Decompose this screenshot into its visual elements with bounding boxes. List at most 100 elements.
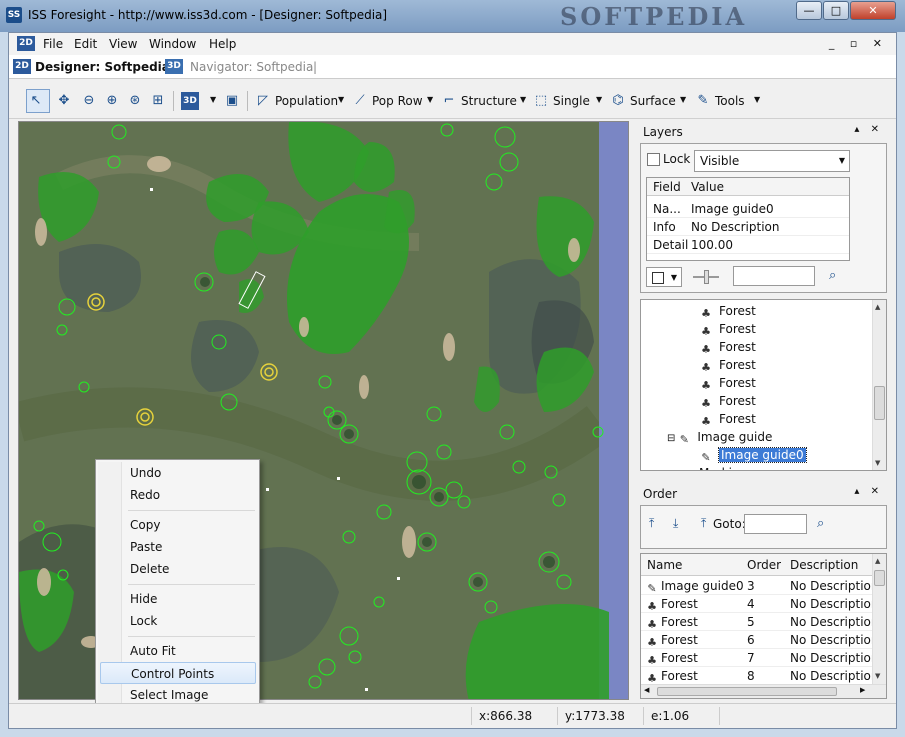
tree-item[interactable]: ✎ Image guide0 bbox=[699, 446, 807, 464]
visibility-select[interactable]: Visible ▼ bbox=[694, 150, 850, 172]
maximize-button[interactable]: □ bbox=[823, 1, 849, 20]
scroll-down-icon[interactable]: ▼ bbox=[875, 672, 880, 680]
tree-scrollbar[interactable]: ▲ ▼ bbox=[872, 300, 886, 470]
table-row[interactable]: ♣ Forest 5 No Description bbox=[641, 613, 878, 631]
mdi-window-controls[interactable]: _ ▫ ✕ bbox=[829, 37, 888, 50]
single-dropdown[interactable]: ▼ bbox=[596, 95, 602, 104]
context-hide[interactable]: Hide bbox=[100, 588, 256, 610]
table-row[interactable]: ♣ Forest 6 No Description bbox=[641, 631, 878, 649]
view-3d-button[interactable]: 3D bbox=[180, 89, 200, 113]
tools-dropdown[interactable]: ▼ bbox=[754, 95, 760, 104]
zoom-region-button[interactable]: ⊞ bbox=[148, 89, 168, 113]
scroll-down-icon[interactable]: ▼ bbox=[875, 459, 880, 467]
table-row[interactable]: ♣ Forest 7 No Description bbox=[641, 649, 878, 667]
pan-tool-button[interactable]: ✥ bbox=[54, 89, 74, 113]
column-header-description[interactable]: Description bbox=[790, 554, 858, 576]
panel-controls[interactable]: ▴ ✕ bbox=[854, 486, 883, 497]
menu-file[interactable]: File bbox=[43, 37, 63, 51]
tree-item[interactable]: ♣ Forest bbox=[699, 374, 756, 392]
structure-dropdown[interactable]: ▼ bbox=[520, 95, 526, 104]
status-divider bbox=[557, 707, 558, 725]
color-picker[interactable]: ▼ bbox=[646, 267, 682, 287]
slider-handle[interactable] bbox=[704, 270, 709, 284]
minimize-button[interactable]: — bbox=[796, 1, 822, 20]
tree-item[interactable]: ♣ Forest bbox=[699, 338, 756, 356]
table-row[interactable]: ✎ Image guide0 3 No Description bbox=[641, 577, 878, 595]
move-up-icon[interactable]: ⤒ bbox=[649, 516, 654, 531]
field-value: 100.00 bbox=[691, 238, 733, 252]
population-button[interactable]: ◸ Population bbox=[253, 89, 339, 113]
population-dropdown[interactable]: ▼ bbox=[338, 95, 344, 104]
tree-item[interactable]: ♣ Forest bbox=[699, 320, 756, 338]
layers-panel-title: Layers bbox=[643, 125, 683, 139]
context-paste[interactable]: Paste bbox=[100, 536, 256, 558]
zoom-fit-button[interactable]: ⊛ bbox=[125, 89, 145, 113]
zoom-out-button[interactable]: ⊖ bbox=[79, 89, 99, 113]
tree-item[interactable]: ⇅ Marking bbox=[679, 464, 747, 470]
context-lock[interactable]: Lock bbox=[100, 610, 256, 632]
column-header-order[interactable]: Order bbox=[747, 554, 781, 576]
table-row[interactable]: Detail 100.00 bbox=[647, 236, 849, 254]
menu-bar: 2D File Edit View Window Help _ ▫ ✕ bbox=[9, 33, 896, 55]
pop-row-dropdown[interactable]: ▼ bbox=[427, 95, 433, 104]
structure-button[interactable]: ⌐ Structure bbox=[439, 89, 518, 113]
collapse-icon[interactable]: ⊟ bbox=[667, 433, 675, 444]
panel-controls[interactable]: ▴ ✕ bbox=[854, 124, 883, 135]
layers-tree[interactable]: ♣ Forest ♣ Forest ♣ Forest ♣ Forest ♣ Forest ♣ Fore… bbox=[640, 299, 887, 471]
pop-row-button[interactable]: ⟋ Pop Row bbox=[350, 89, 424, 113]
context-undo[interactable]: Undo bbox=[100, 462, 256, 484]
context-redo[interactable]: Redo bbox=[100, 484, 256, 506]
context-control-points[interactable]: Control Points bbox=[100, 662, 256, 684]
row-name: Forest bbox=[661, 669, 698, 683]
search-icon[interactable]: ⌕ bbox=[817, 516, 824, 531]
select-tool-button[interactable]: ↖ bbox=[26, 89, 50, 113]
scroll-up-icon[interactable]: ▲ bbox=[875, 557, 880, 565]
surface-dropdown[interactable]: ▼ bbox=[680, 95, 686, 104]
table-row[interactable]: Info No Description bbox=[647, 218, 849, 236]
table-row[interactable]: Na... Image guide0 bbox=[647, 200, 849, 218]
zoom-out-icon: ⊖ bbox=[83, 93, 95, 108]
order-scrollbar-horizontal[interactable]: ◀ ▶ bbox=[641, 684, 886, 698]
lock-checkbox[interactable] bbox=[647, 153, 660, 166]
chevron-down-icon: ▼ bbox=[838, 156, 845, 165]
table-row[interactable]: ♣ Forest 8 No Description bbox=[641, 667, 878, 685]
surface-button[interactable]: ⌬ Surface bbox=[608, 89, 677, 113]
tree-item[interactable]: ♣ Forest bbox=[699, 302, 756, 320]
context-auto-fit[interactable]: Auto Fit bbox=[100, 640, 256, 662]
scroll-thumb[interactable] bbox=[874, 570, 885, 586]
menu-window[interactable]: Window bbox=[149, 37, 196, 51]
scroll-up-icon[interactable]: ▲ bbox=[875, 303, 880, 311]
zoom-in-button[interactable]: ⊕ bbox=[102, 89, 122, 113]
single-button[interactable]: ⬚ Single bbox=[531, 89, 591, 113]
table-row[interactable]: ♣ Forest 4 No Description bbox=[641, 595, 878, 613]
tab-navigator[interactable]: Navigator: Softpedia bbox=[190, 60, 313, 74]
context-delete[interactable]: Delete bbox=[100, 558, 256, 580]
view-3d-dropdown[interactable]: ▼ bbox=[210, 95, 216, 104]
column-header-name[interactable]: Name bbox=[647, 554, 682, 576]
scroll-thumb[interactable] bbox=[874, 386, 885, 420]
menu-edit[interactable]: Edit bbox=[74, 37, 97, 51]
order-scrollbar-vertical[interactable]: ▲ ▼ bbox=[872, 554, 886, 684]
scroll-left-icon[interactable]: ◀ bbox=[644, 686, 649, 694]
scroll-thumb[interactable] bbox=[657, 687, 837, 696]
menu-help[interactable]: Help bbox=[209, 37, 236, 51]
scroll-right-icon[interactable]: ▶ bbox=[860, 686, 865, 694]
context-copy[interactable]: Copy bbox=[100, 514, 256, 536]
layer-search-input[interactable] bbox=[733, 266, 815, 286]
tree-item-label: Image guide bbox=[697, 430, 773, 444]
tree-item[interactable]: ⊟ ✎ Image guide bbox=[667, 428, 773, 446]
tree-item[interactable]: ♣ Forest bbox=[699, 392, 756, 410]
move-down-icon[interactable]: ⤓ bbox=[673, 516, 678, 531]
close-button[interactable]: ✕ bbox=[850, 1, 896, 20]
search-icon[interactable]: ⌕ bbox=[829, 268, 836, 283]
tools-button[interactable]: ✎ Tools bbox=[693, 89, 746, 113]
app-icon: SS bbox=[6, 7, 22, 23]
tab-designer[interactable]: Designer: Softpedia bbox=[35, 60, 170, 74]
tree-item[interactable]: ♣ Forest bbox=[699, 410, 756, 428]
menu-separator bbox=[128, 584, 255, 585]
image-button[interactable]: ▣ bbox=[222, 89, 242, 113]
menu-view[interactable]: View bbox=[109, 37, 137, 51]
status-x-coordinate: x:866.38 bbox=[479, 709, 533, 723]
tree-item[interactable]: ♣ Forest bbox=[699, 356, 756, 374]
goto-input[interactable] bbox=[744, 514, 807, 534]
